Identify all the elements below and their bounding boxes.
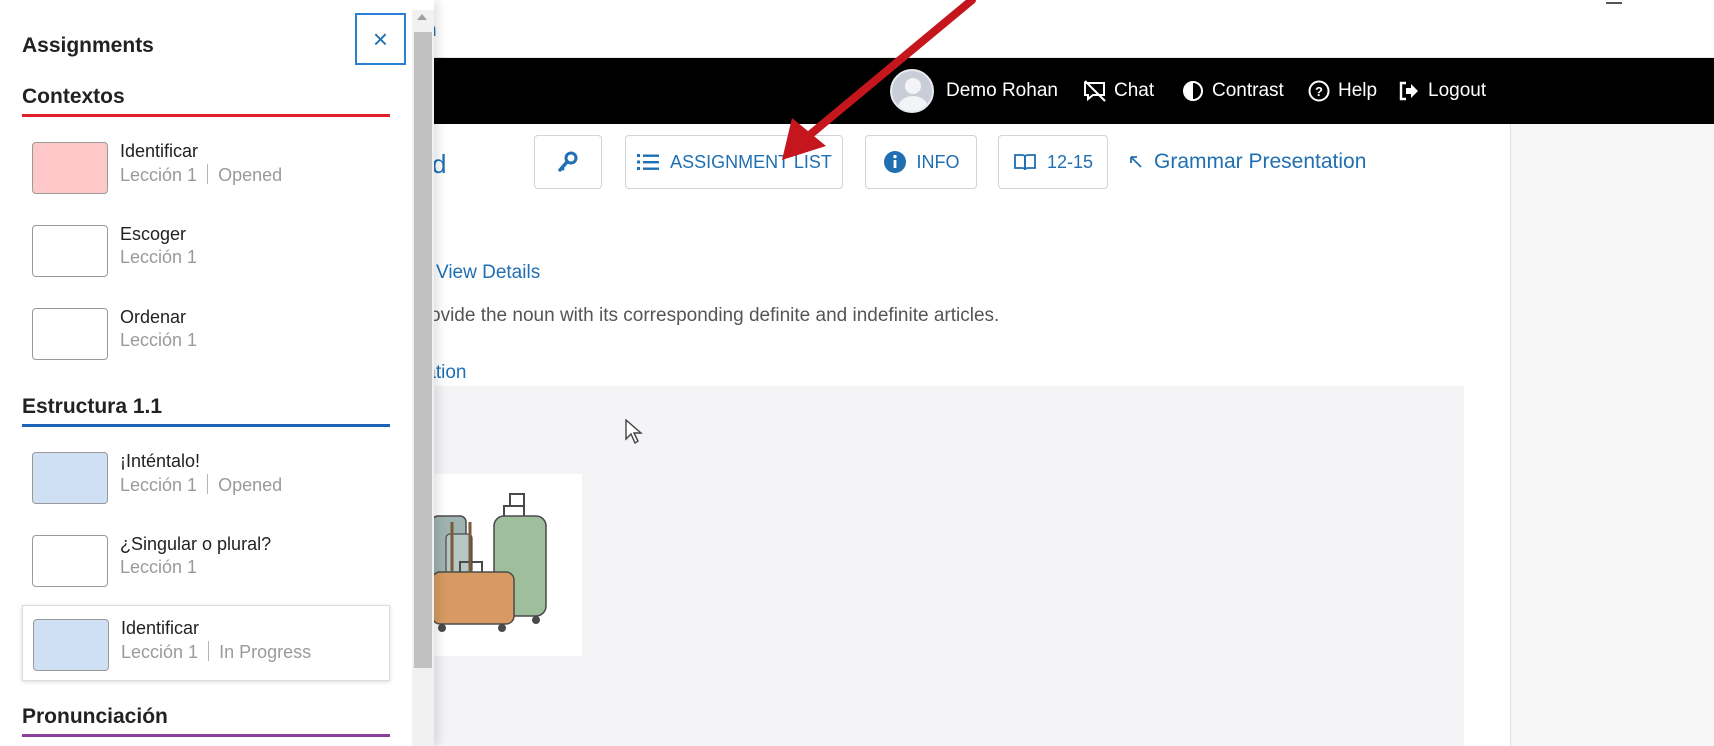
item-name: ¿Singular o plural?: [120, 534, 272, 554]
item-meta: Lección 1: [120, 330, 197, 351]
item-meta: Lección 1 Opened: [120, 164, 282, 186]
minimize-icon[interactable]: [1606, 0, 1622, 4]
instruction-text: ovide the noun with its corresponding de…: [430, 305, 1000, 326]
item-name: Escoger: [120, 224, 187, 244]
item-meta: Lección 1: [120, 557, 197, 578]
textbook-pages-button[interactable]: 12-15: [998, 135, 1108, 189]
item-lesson: Lección 1: [120, 475, 198, 495]
drawer-title: Assignments: [22, 34, 154, 57]
luggage-illustration: [431, 474, 582, 656]
user-name: Demo Rohan: [946, 80, 1058, 101]
contrast-icon: [1183, 81, 1203, 101]
section-title-contextos: Contextos: [22, 85, 125, 108]
info-icon: [883, 151, 906, 173]
info-label: INFO: [916, 151, 960, 172]
item-status: Opened: [218, 165, 283, 185]
scrollbar-thumb[interactable]: [414, 32, 432, 668]
divider: [208, 641, 210, 661]
item-name: ¡Inténtalo!: [120, 451, 201, 471]
list-item[interactable]: Ordenar Lección 1: [22, 295, 390, 371]
section-rule-estructura: [22, 424, 390, 427]
book-open-icon: [1014, 154, 1036, 171]
divider: [207, 474, 209, 494]
status-swatch: [32, 308, 108, 360]
item-lesson: Lección 1: [120, 165, 198, 185]
list-item[interactable]: Identificar Lección 1 Opened: [22, 129, 390, 205]
logout-icon: [1399, 81, 1418, 101]
arrow-up-left-icon: [1130, 156, 1142, 168]
assignment-list-label: ASSIGNMENT LIST: [670, 151, 832, 172]
chat-off-icon: [1084, 80, 1106, 102]
section-rule-contextos: [22, 114, 390, 117]
avatar: [890, 69, 934, 113]
chat-button[interactable]: Chat: [1082, 58, 1154, 124]
user-menu[interactable]: Demo Rohan: [890, 58, 1058, 124]
item-name: Ordenar: [120, 307, 187, 327]
info-button[interactable]: INFO: [865, 135, 977, 189]
item-name: Identificar: [121, 618, 200, 638]
grammar-presentation-link[interactable]: Grammar Presentation: [1128, 150, 1366, 174]
item-status: Opened: [218, 475, 283, 495]
list-item[interactable]: ¿Singular o plural? Lección 1: [22, 522, 390, 598]
item-meta: Lección 1 Opened: [120, 474, 282, 496]
status-swatch: [33, 619, 109, 671]
right-side-pane: [1510, 124, 1714, 746]
item-status: In Progress: [219, 642, 312, 662]
item-meta: Lección 1 In Progress: [121, 641, 311, 663]
section-rule-pronunciacion: [22, 734, 390, 737]
drawer-scrollbar[interactable]: [412, 10, 434, 746]
suitcases-image: [431, 493, 547, 632]
status-swatch: [32, 535, 108, 587]
status-swatch: [32, 225, 108, 277]
chat-label: Chat: [1114, 80, 1155, 101]
answer-key-button[interactable]: [534, 135, 602, 189]
divider: [207, 164, 209, 184]
key-icon: [558, 151, 578, 172]
logout-label: Logout: [1428, 80, 1487, 101]
status-swatch: [32, 142, 108, 194]
contrast-label: Contrast: [1212, 80, 1284, 101]
help-icon: ?: [1308, 80, 1330, 102]
svg-text:?: ?: [1315, 84, 1323, 99]
close-drawer-button[interactable]: ×: [355, 13, 406, 65]
section-title-estructura: Estructura 1.1: [22, 395, 163, 418]
logout-button[interactable]: Logout: [1396, 58, 1486, 124]
grammar-label: Grammar Presentation: [1154, 150, 1367, 173]
list-icon: [637, 154, 660, 170]
item-lesson: Lección 1: [121, 642, 199, 662]
list-item[interactable]: Escoger Lección 1: [22, 212, 390, 288]
status-swatch: [32, 452, 108, 504]
mouse-cursor-icon: [625, 419, 643, 445]
pages-label: 12-15: [1046, 151, 1094, 172]
item-meta: Lección 1: [120, 247, 197, 268]
help-button[interactable]: ? Help: [1306, 58, 1377, 124]
close-icon: ×: [372, 23, 389, 54]
item-lesson: Lección 1: [120, 247, 198, 267]
list-item[interactable]: ¡Inténtalo! Lección 1 Opened: [22, 439, 390, 515]
item-lesson: Lección 1: [120, 330, 198, 350]
contrast-button[interactable]: Contrast: [1180, 58, 1284, 124]
list-item-current[interactable]: Identificar Lección 1 In Progress: [22, 605, 390, 681]
view-details-link[interactable]: View Details: [436, 262, 540, 284]
section-title-pronunciacion: Pronunciación: [22, 705, 168, 728]
assignments-drawer: Assignments × Contextos Identificar Lecc…: [0, 0, 434, 746]
help-label: Help: [1338, 80, 1378, 101]
scroll-up-arrow-icon[interactable]: [417, 14, 427, 20]
item-lesson: Lección 1: [120, 557, 198, 577]
assignment-list-button[interactable]: ASSIGNMENT LIST: [625, 135, 843, 189]
item-name: Identificar: [120, 141, 199, 161]
